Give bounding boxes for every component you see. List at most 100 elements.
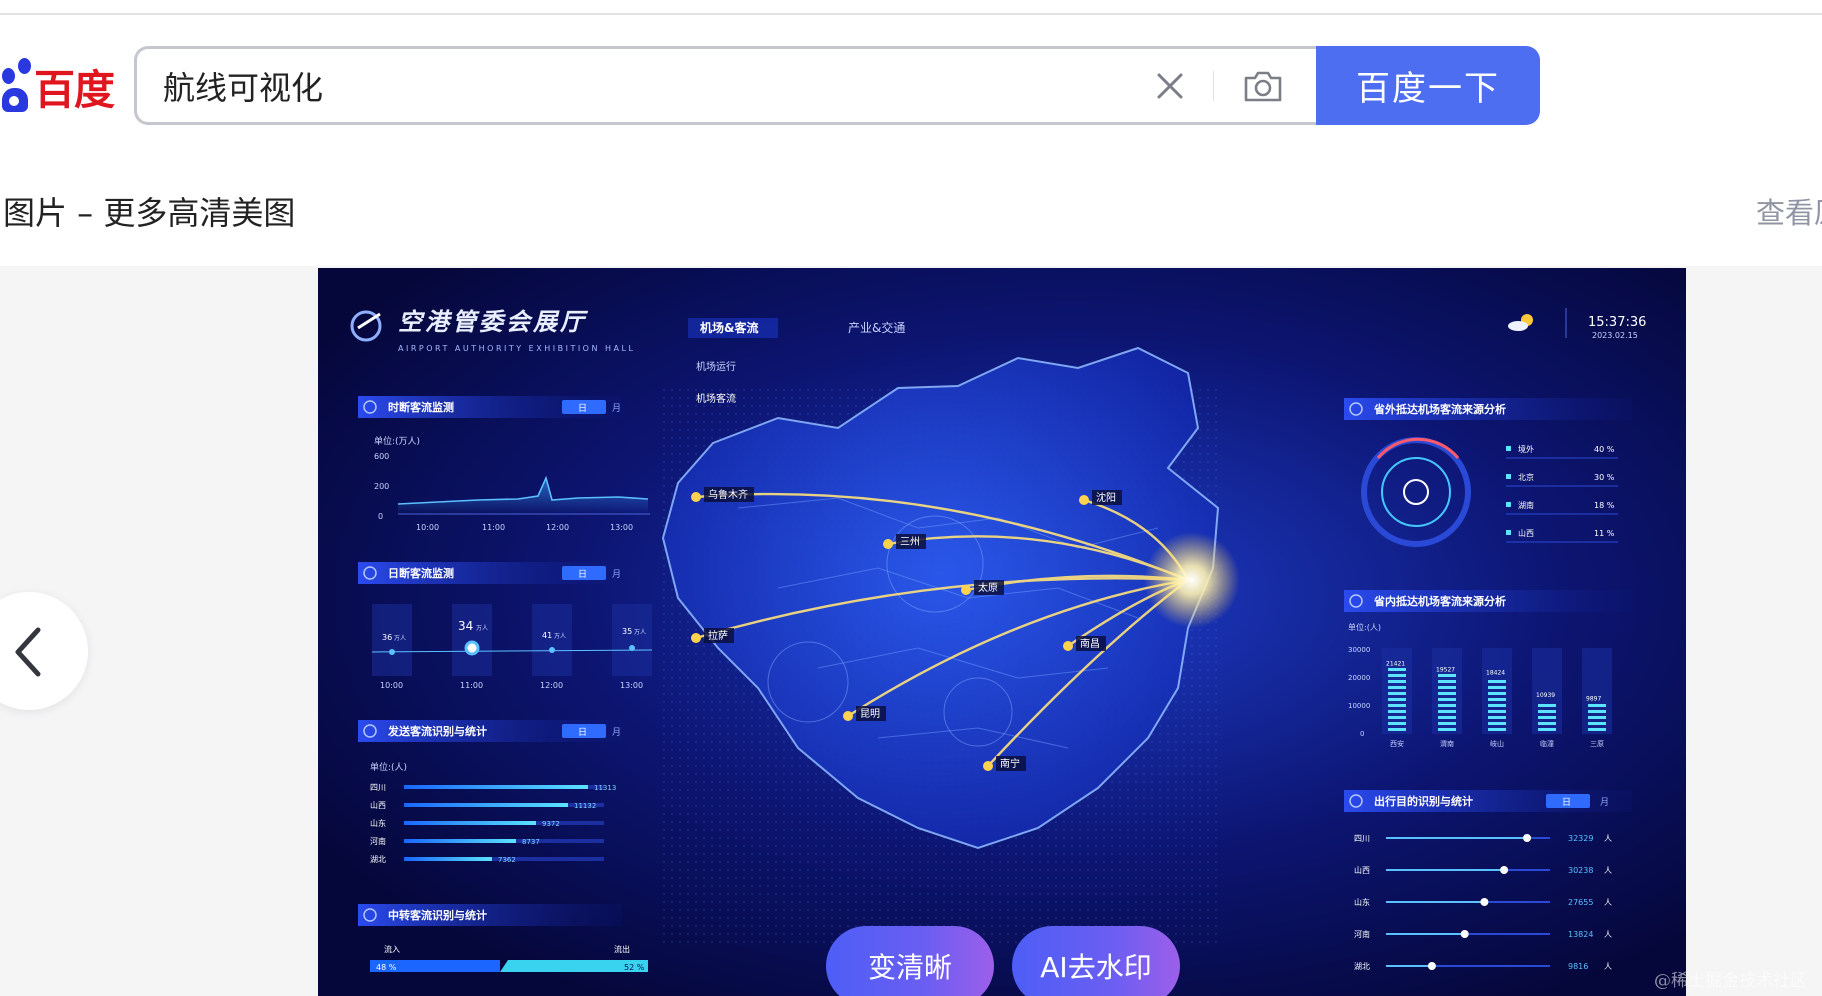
internal-bar-value: 10939 <box>1536 692 1555 699</box>
svg-text:52 %: 52 % <box>624 963 645 972</box>
svg-text:三州: 三州 <box>900 536 920 548</box>
outbound-row-label: 山东 <box>370 818 386 828</box>
svg-text:出行目的识别与统计: 出行目的识别与统计 <box>1374 794 1473 808</box>
svg-text:省外抵达机场客流来源分析: 省外抵达机场客流来源分析 <box>1373 402 1506 416</box>
sharpen-button[interactable]: 变清晰 <box>826 926 994 996</box>
outbound-row-value: 11132 <box>574 802 596 810</box>
watermark-text: @稀土掘金技术社区 <box>1654 971 1807 991</box>
svg-text:30000: 30000 <box>1348 646 1370 654</box>
svg-text:中转客流识别与统计: 中转客流识别与统计 <box>388 908 487 922</box>
svg-text:月: 月 <box>1600 797 1609 808</box>
baidu-logo[interactable]: 百度 <box>0 52 115 120</box>
svg-text:南宁: 南宁 <box>1000 757 1020 770</box>
external-row-dot <box>1506 474 1511 479</box>
search-button[interactable]: 百度一下 <box>1316 46 1540 125</box>
internal-bar-label: 渭南 <box>1440 739 1454 748</box>
internal-bar-segment <box>1488 704 1506 707</box>
outbound-row-value: 9372 <box>542 820 560 828</box>
internal-bar-segment <box>1538 704 1556 707</box>
view-original-link[interactable]: 查看原 <box>1756 190 1822 232</box>
destination-row-unit: 人 <box>1604 834 1612 843</box>
internal-bar-segment <box>1388 674 1406 677</box>
svg-text:10:00: 10:00 <box>416 523 439 532</box>
internal-bar-segment <box>1588 710 1606 713</box>
svg-text:48 %: 48 % <box>376 963 397 972</box>
svg-text:月: 月 <box>612 727 621 738</box>
internal-bar-segment <box>1488 710 1506 713</box>
destination-row-knob <box>1500 866 1509 874</box>
internal-bar-segment <box>1388 692 1406 695</box>
external-row-label: 山西 <box>1518 528 1534 538</box>
destination-row-unit: 人 <box>1604 866 1612 875</box>
svg-text:时断客流监测: 时断客流监测 <box>388 400 454 414</box>
svg-text:机场客流: 机场客流 <box>696 392 736 405</box>
search-box <box>134 46 1316 125</box>
svg-text:200: 200 <box>374 482 389 491</box>
svg-text:万人: 万人 <box>476 625 488 632</box>
internal-bar-segment <box>1438 722 1456 725</box>
svg-text:20000: 20000 <box>1348 674 1370 682</box>
destination-row-value: 13824 <box>1568 930 1593 939</box>
svg-text:单位:(人): 单位:(人) <box>1348 622 1381 632</box>
outbound-row-bar <box>404 857 492 861</box>
internal-bar-value: 21421 <box>1386 661 1405 668</box>
internal-bar-segment <box>1388 686 1406 689</box>
internal-bar-segment <box>1388 698 1406 701</box>
svg-text:日断客流监测: 日断客流监测 <box>388 566 454 580</box>
svg-text:昆明: 昆明 <box>860 708 880 720</box>
search-input[interactable] <box>163 49 1063 122</box>
preview-image[interactable]: 乌鲁木齐 三州 太原 沈阳 拉萨 南昌 昆明 南宁 空港管委会展厅 AIRPOR… <box>318 268 1686 996</box>
svg-text:10000: 10000 <box>1348 702 1370 710</box>
destination-row-knob <box>1460 930 1469 938</box>
camera-icon[interactable] <box>1241 65 1285 105</box>
search-divider <box>1213 71 1214 101</box>
svg-text:万人: 万人 <box>554 633 566 640</box>
destination-row-label: 河南 <box>1354 929 1370 939</box>
internal-bar-segment <box>1588 716 1606 719</box>
svg-text:万人: 万人 <box>634 629 646 636</box>
external-row-value: 40 % <box>1594 445 1615 454</box>
internal-bar-segment <box>1438 728 1456 731</box>
svg-text:日: 日 <box>578 403 587 414</box>
external-row-label: 北京 <box>1518 472 1534 482</box>
remove-watermark-button[interactable]: AI去水印 <box>1012 926 1180 996</box>
svg-text:10:00: 10:00 <box>380 681 403 690</box>
svg-text:乌鲁木齐: 乌鲁木齐 <box>708 488 748 501</box>
svg-text:41: 41 <box>542 631 552 640</box>
svg-text:万人: 万人 <box>394 635 406 642</box>
internal-bar-segment <box>1438 710 1456 713</box>
destination-row-label: 湖北 <box>1354 962 1370 971</box>
svg-text:省内抵达机场客流来源分析: 省内抵达机场客流来源分析 <box>1373 594 1506 608</box>
internal-bar-segment <box>1588 704 1606 707</box>
svg-text:600: 600 <box>374 452 389 461</box>
svg-text:12:00: 12:00 <box>546 523 569 532</box>
svg-text:流入: 流入 <box>384 944 400 954</box>
internal-bar-value: 9897 <box>1586 695 1601 702</box>
hub-glow <box>1144 532 1240 628</box>
svg-text:36: 36 <box>382 633 392 642</box>
internal-bar-label: 三原 <box>1590 740 1604 748</box>
external-row-dot <box>1506 502 1511 507</box>
internal-bar-track <box>1582 648 1612 734</box>
external-row-label: 湖南 <box>1518 500 1534 510</box>
svg-text:0: 0 <box>378 512 383 521</box>
destination-row-unit: 人 <box>1604 898 1612 907</box>
internal-bar-segment <box>1488 692 1506 695</box>
internal-bar-segment <box>1538 722 1556 725</box>
svg-text:35: 35 <box>622 627 632 636</box>
internal-bar-label: 临潼 <box>1540 739 1554 748</box>
internal-bar-label: 岐山 <box>1490 739 1504 748</box>
svg-text:太原: 太原 <box>978 581 998 594</box>
internal-bar-segment <box>1438 698 1456 701</box>
destination-row-unit: 人 <box>1604 930 1612 939</box>
dashboard-screenshot: 乌鲁木齐 三州 太原 沈阳 拉萨 南昌 昆明 南宁 空港管委会展厅 AIRPOR… <box>318 268 1686 996</box>
internal-bar-segment <box>1438 680 1456 683</box>
close-icon[interactable] <box>1151 67 1189 105</box>
destination-row-value: 32329 <box>1568 834 1593 843</box>
destination-row-knob <box>1480 898 1489 906</box>
internal-bar-value: 18424 <box>1486 670 1505 677</box>
internal-bar-segment <box>1588 722 1606 725</box>
svg-text:日: 日 <box>1562 797 1571 808</box>
outbound-row-value: 11313 <box>594 784 616 792</box>
svg-text:12:00: 12:00 <box>540 681 563 690</box>
